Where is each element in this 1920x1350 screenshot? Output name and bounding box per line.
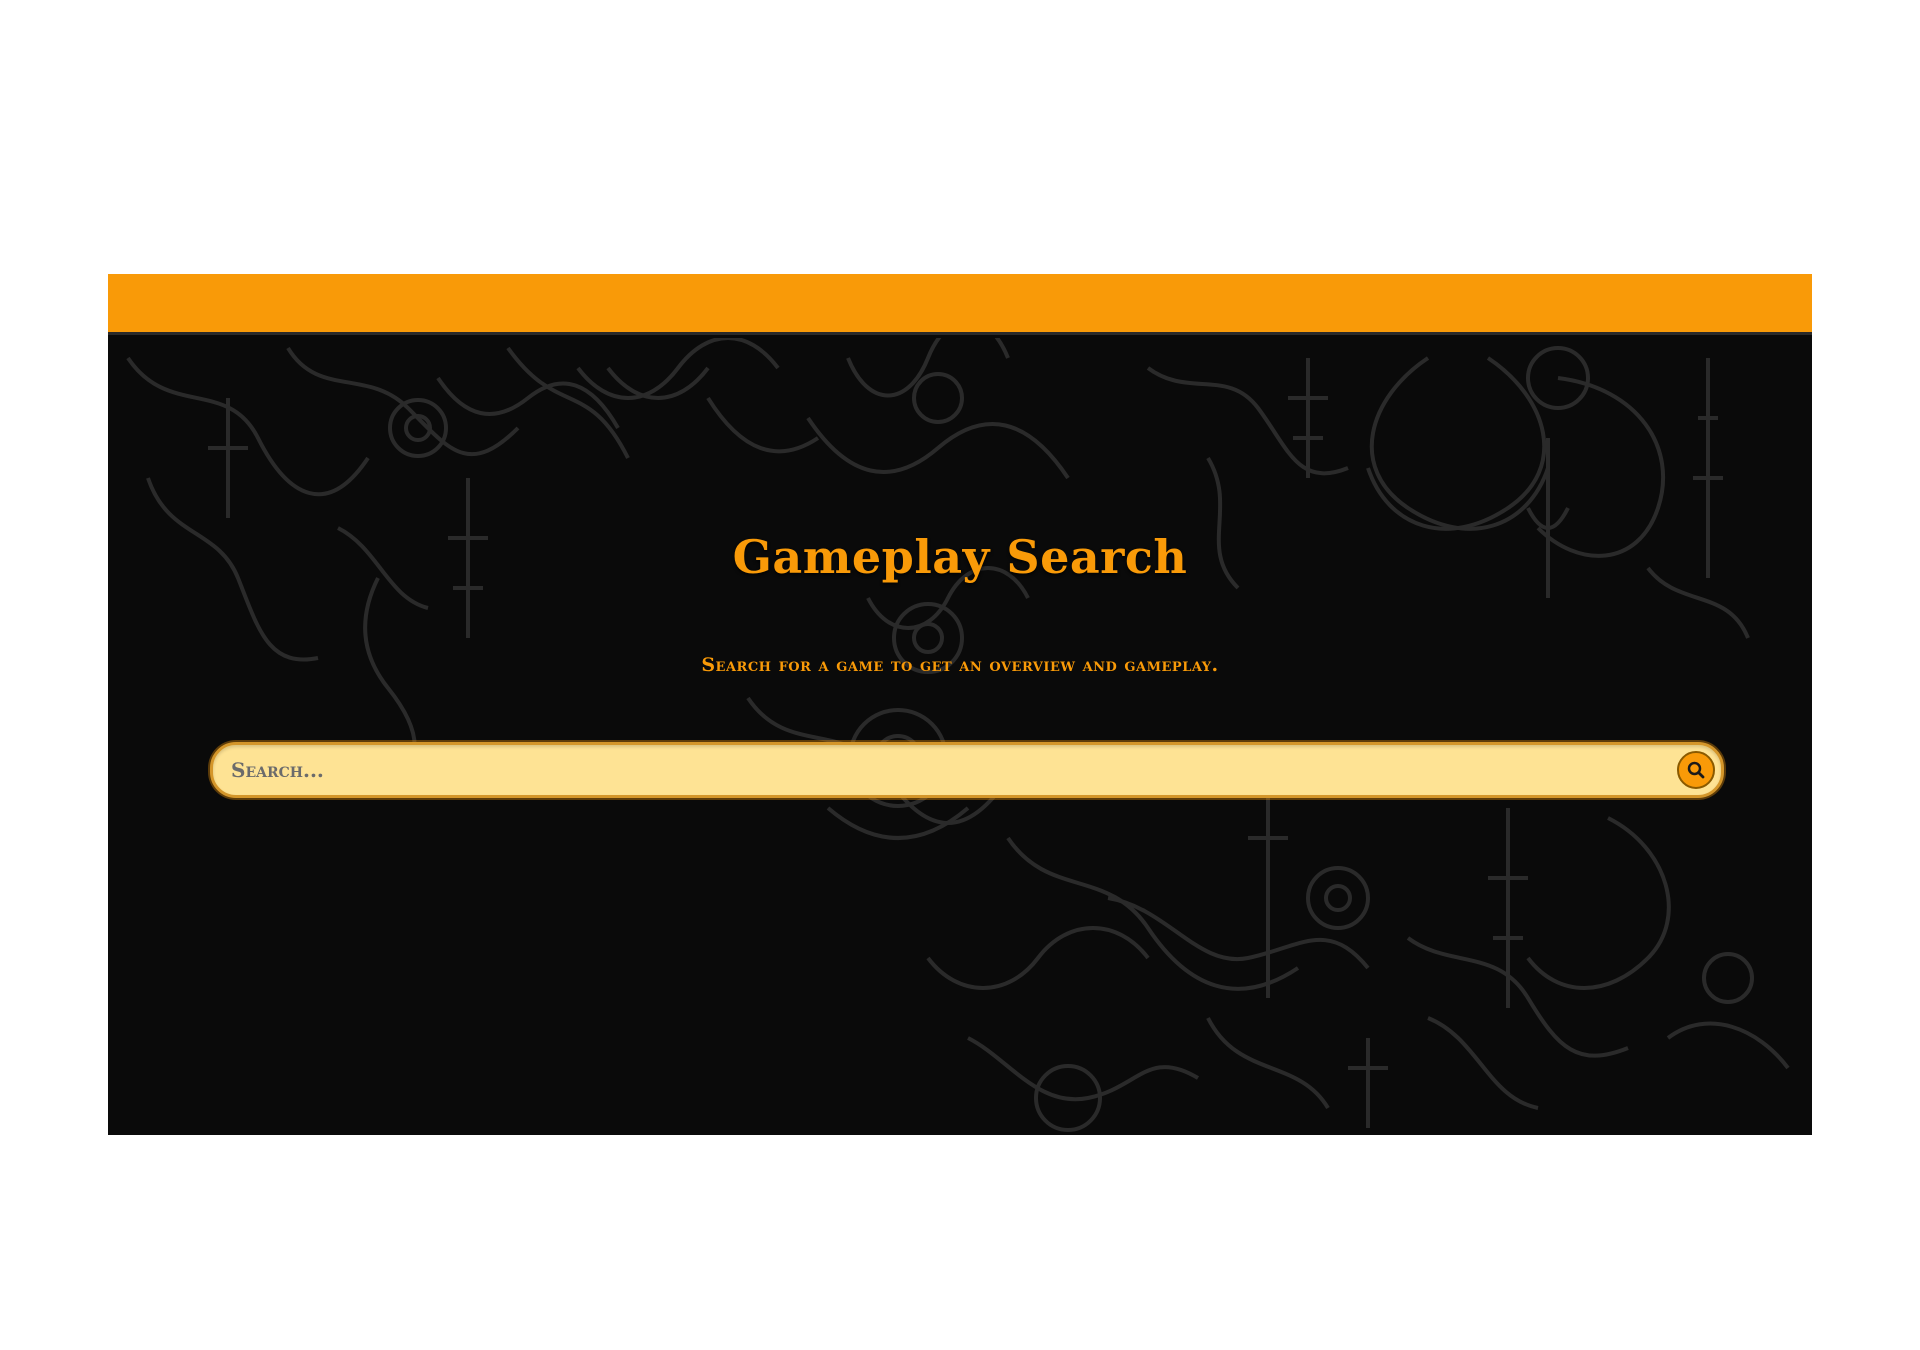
search-bar xyxy=(210,742,1724,798)
top-bar xyxy=(108,274,1812,335)
search-input[interactable] xyxy=(231,745,1631,795)
app-frame: Gameplay Search Search for a game to get… xyxy=(108,274,1812,1135)
ornamental-background xyxy=(126,338,1790,1132)
page-title: Gameplay Search xyxy=(732,530,1188,584)
page-subtitle: Search for a game to get an overview and… xyxy=(701,654,1219,676)
search-icon xyxy=(1687,761,1705,779)
search-button[interactable] xyxy=(1677,751,1715,789)
